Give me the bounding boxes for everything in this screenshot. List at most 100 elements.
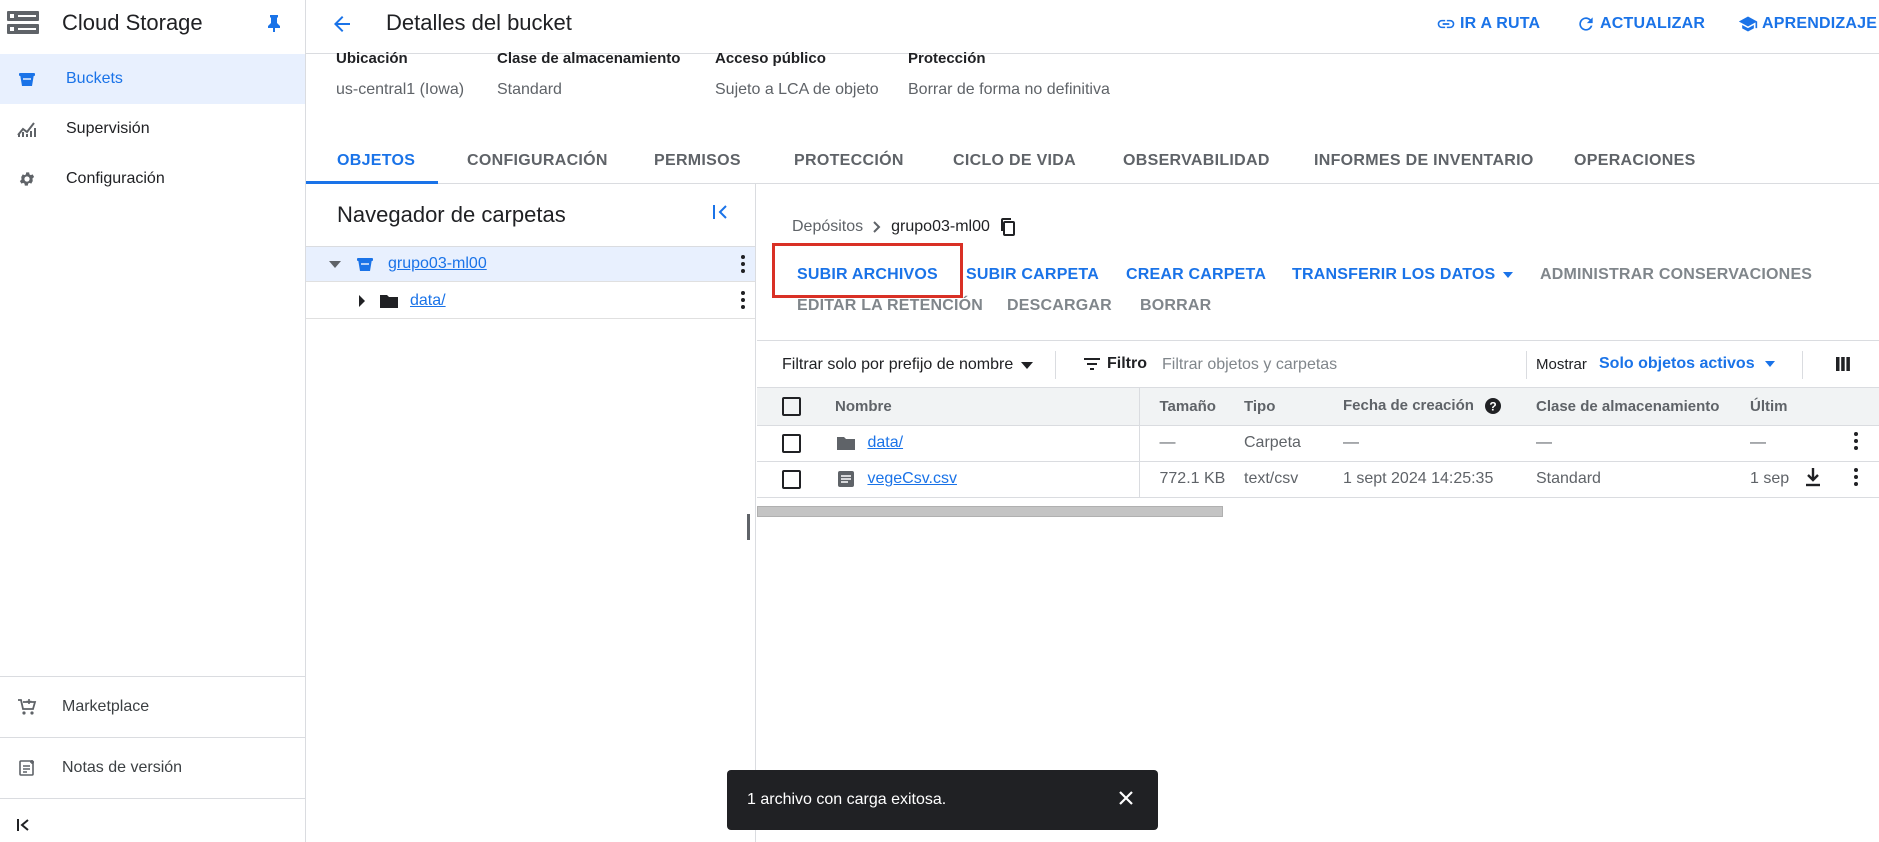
info-value: us-central1 (Iowa) — [336, 81, 465, 98]
cell-actions — [1792, 425, 1834, 462]
prefix-filter-select[interactable]: Filtrar solo por prefijo de nombre — [782, 356, 1034, 374]
dropdown-arrow-icon — [1503, 272, 1514, 278]
tab-objetos[interactable]: OBJETOS — [337, 152, 415, 170]
object-name-link[interactable]: vegeCsv.csv — [867, 470, 957, 487]
tree-item-bucket[interactable]: grupo03-ml00 — [306, 246, 755, 282]
folder-icon — [837, 435, 855, 451]
cell-storage-class: Standard — [1536, 461, 1750, 498]
copy-icon[interactable] — [1000, 218, 1016, 236]
more-options-icon[interactable] — [1854, 467, 1858, 486]
bucket-icon — [356, 255, 374, 273]
monitoring-chart-icon — [16, 118, 38, 140]
tab-informes-de-inventario[interactable]: INFORMES DE INVENTARIO — [1314, 152, 1534, 170]
storage-logo-icon — [6, 10, 40, 36]
column-header-name[interactable]: Nombre — [835, 388, 1140, 426]
school-icon — [1738, 14, 1762, 34]
download-icon[interactable] — [1804, 467, 1822, 487]
sidebar-item-marketplace[interactable]: Marketplace — [0, 676, 305, 737]
cell-type: text/csv — [1244, 461, 1343, 498]
sidebar-item-release-notes[interactable]: Notas de versión — [0, 737, 305, 798]
column-header-storage-class[interactable]: Clase de almacenamiento — [1536, 388, 1750, 426]
cell-created: — — [1343, 425, 1536, 462]
cell-last: 1 sep — [1750, 461, 1792, 498]
filter-bar: Filtrar solo por prefijo de nombre Filtr… — [757, 340, 1879, 388]
close-icon[interactable] — [1118, 790, 1134, 806]
top-header: Detalles del bucket IR A RUTA ACTUALIZAR… — [306, 0, 1879, 54]
help-icon[interactable]: ? — [1484, 397, 1502, 415]
sidebar-item-label: Configuración — [66, 170, 165, 187]
more-options-icon[interactable] — [741, 291, 745, 309]
go-to-path-label: IR A RUTA — [1460, 15, 1541, 32]
learning-button[interactable]: APRENDIZAJE — [1738, 14, 1877, 34]
cell-created: 1 sept 2024 14:25:35 — [1343, 461, 1536, 498]
cell-last: — — [1750, 425, 1792, 462]
manage-holds-button[interactable]: ADMINISTRAR CONSERVACIONES — [1540, 266, 1812, 284]
breadcrumb-current: grupo03-ml00 — [891, 218, 990, 235]
info-value: Borrar de forma no definitiva — [908, 81, 1110, 98]
filter-input[interactable] — [1162, 351, 1522, 379]
filter-list-icon — [1083, 357, 1101, 371]
sidebar-item-label: Supervisión — [66, 120, 150, 137]
select-all-checkbox[interactable] — [782, 396, 801, 416]
sidebar-item-label: Marketplace — [62, 698, 150, 715]
tab-ciclo-de-vida[interactable]: CICLO DE VIDA — [953, 152, 1076, 170]
tab-operaciones[interactable]: OPERACIONES — [1574, 152, 1696, 170]
edit-retention-button[interactable]: EDITAR LA RETENCIÓN — [797, 297, 983, 315]
column-display-icon[interactable] — [1835, 356, 1851, 372]
more-options-icon[interactable] — [1854, 431, 1858, 450]
row-checkbox[interactable] — [782, 433, 801, 453]
column-header-type[interactable]: Tipo — [1244, 388, 1343, 426]
tree-item-folder[interactable]: data/ — [306, 283, 755, 319]
pane-resize-handle[interactable] — [747, 514, 750, 540]
collapse-sidebar-icon[interactable] — [16, 818, 34, 832]
upload-folder-button[interactable]: SUBIR CARPETA — [966, 266, 1099, 284]
cell-type: Carpeta — [1244, 425, 1343, 462]
object-name-link[interactable]: data/ — [867, 434, 903, 451]
column-header-last[interactable]: Últim — [1750, 388, 1792, 426]
bucket-icon — [16, 68, 38, 90]
info-value: Standard — [497, 81, 562, 98]
caret-down-icon[interactable] — [328, 259, 342, 269]
row-checkbox[interactable] — [782, 469, 801, 489]
folder-link[interactable]: data/ — [410, 292, 446, 310]
tab-configuracion[interactable]: CONFIGURACIÓN — [467, 152, 608, 170]
sidebar-item-configuracion[interactable]: Configuración — [0, 154, 305, 204]
collapse-panel-icon[interactable] — [712, 204, 730, 220]
left-nav: Cloud Storage Buckets Supervisión Config… — [0, 0, 306, 842]
column-header-created[interactable]: Fecha de creación ? — [1343, 388, 1536, 426]
sidebar-item-supervision[interactable]: Supervisión — [0, 104, 305, 154]
table-row[interactable]: data/ — Carpeta — — — — [757, 425, 1879, 462]
sidebar-item-label: Buckets — [66, 70, 123, 87]
tab-permisos[interactable]: PERMISOS — [654, 152, 741, 170]
tab-proteccion[interactable]: PROTECCIÓN — [794, 152, 904, 170]
column-header-size[interactable]: Tamaño — [1139, 388, 1244, 426]
go-to-path-button[interactable]: IR A RUTA — [1436, 14, 1540, 34]
cell-size: — — [1139, 425, 1244, 462]
divider — [1802, 351, 1803, 379]
filter-button[interactable]: Filtro — [1083, 355, 1147, 373]
create-folder-button[interactable]: CREAR CARPETA — [1126, 266, 1266, 284]
table-row[interactable]: vegeCsv.csv 772.1 KB text/csv 1 sept 202… — [757, 461, 1879, 498]
toast-message: 1 archivo con carga exitosa. — [747, 791, 947, 808]
caret-right-icon[interactable] — [358, 294, 366, 308]
breadcrumb-root[interactable]: Depósitos — [792, 218, 863, 236]
dropdown-arrow-icon — [1021, 361, 1034, 369]
gear-icon — [16, 168, 38, 190]
nav-header: Cloud Storage — [0, 0, 305, 46]
objects-panel: Depósitos grupo03-ml00 SUBIR ARCHIVOS SU… — [757, 184, 1879, 842]
refresh-button[interactable]: ACTUALIZAR — [1576, 14, 1705, 34]
more-options-icon[interactable] — [741, 255, 745, 273]
pin-icon[interactable] — [266, 14, 282, 32]
folder-browser: Navegador de carpetas grupo03-ml00 data/ — [306, 184, 756, 842]
release-notes-icon — [16, 757, 38, 779]
tab-observabilidad[interactable]: OBSERVABILIDAD — [1123, 152, 1270, 170]
show-select[interactable]: Solo objetos activos — [1599, 355, 1775, 373]
back-arrow-icon[interactable] — [330, 12, 354, 36]
horizontal-scrollbar[interactable] — [757, 506, 1223, 517]
bucket-link[interactable]: grupo03-ml00 — [388, 255, 487, 273]
transfer-data-button[interactable]: TRANSFERIR LOS DATOS — [1292, 266, 1514, 284]
download-button[interactable]: DESCARGAR — [1007, 297, 1112, 315]
info-public-access: Acceso público Sujeto a LCA de objeto — [715, 50, 879, 99]
sidebar-item-buckets[interactable]: Buckets — [0, 54, 305, 104]
delete-button[interactable]: BORRAR — [1140, 297, 1211, 315]
